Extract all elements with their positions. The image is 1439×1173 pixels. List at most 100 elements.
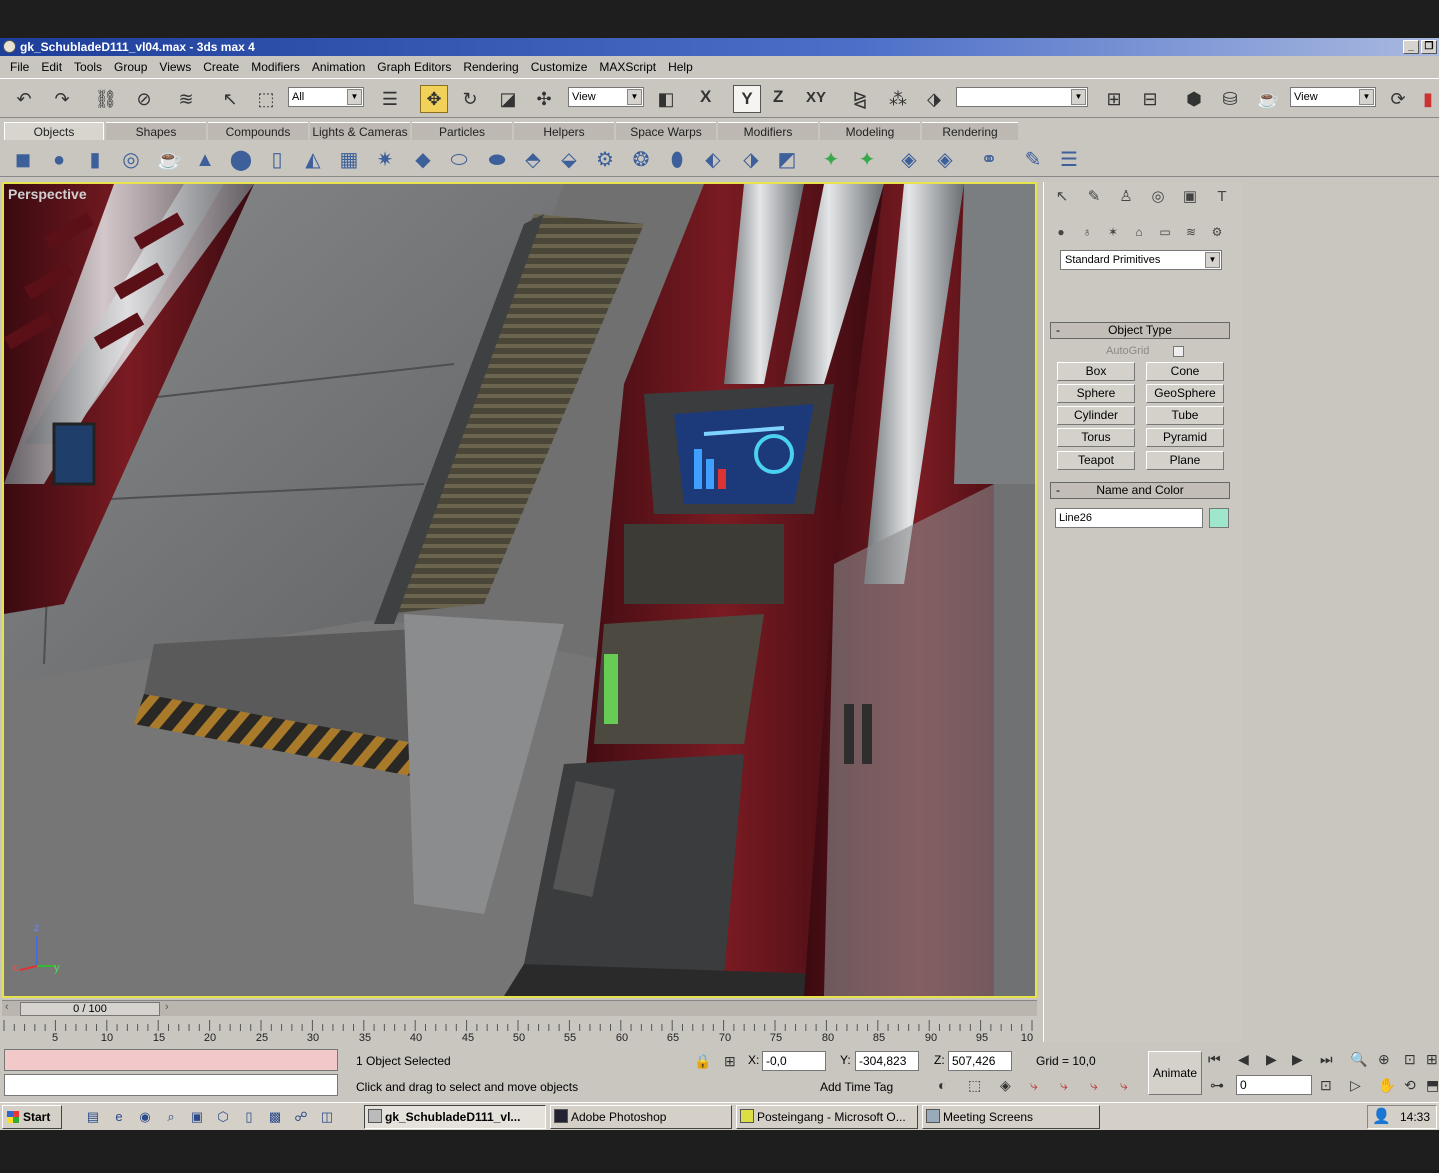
task-outlook[interactable]: Posteingang - Microsoft O... xyxy=(736,1105,918,1129)
task-3dsmax[interactable]: gk_SchubladeD111_vl... xyxy=(364,1105,546,1129)
prev-frame-arrow-icon[interactable]: ‹ xyxy=(5,1001,9,1013)
object-name-field[interactable]: Line26 xyxy=(1055,508,1203,528)
oil-tank-icon[interactable]: ⬬ xyxy=(484,147,510,173)
notepad-icon[interactable]: ▯ xyxy=(240,1108,258,1126)
pivot-center-icon[interactable]: ◧ xyxy=(652,85,680,113)
time-slider[interactable]: ‹ 0 / 100 › xyxy=(2,1000,1037,1016)
grid-plane-icon[interactable]: ✦ xyxy=(818,147,844,173)
ref-coord-dropdown[interactable]: View ▼ xyxy=(568,87,644,107)
show-desktop-icon[interactable]: ▤ xyxy=(84,1108,102,1126)
render-type-dropdown[interactable]: View ▼ xyxy=(1290,87,1376,107)
capsule-icon[interactable]: ⬮ xyxy=(664,147,690,173)
key-mode-2-icon[interactable]: ⤷ xyxy=(1060,1077,1068,1094)
torus-button[interactable]: Torus xyxy=(1057,428,1135,447)
z-coordinate-field[interactable]: 507,426 xyxy=(948,1051,1012,1071)
cone-button[interactable]: Cone xyxy=(1146,362,1224,381)
menu-tools[interactable]: Tools xyxy=(68,57,108,77)
y-coordinate-field[interactable]: -304,823 xyxy=(855,1051,919,1071)
goto-start-icon[interactable]: ⏮ xyxy=(1208,1051,1221,1068)
zoom-extents-icon[interactable]: ⊡ xyxy=(1404,1051,1416,1068)
app-icon[interactable] xyxy=(3,40,16,53)
key-mode-icon[interactable]: ⤷ xyxy=(1030,1077,1038,1094)
cameras-icon[interactable]: ⌂ xyxy=(1128,222,1150,242)
bones-icon[interactable]: ⚭ xyxy=(976,147,1002,173)
geometry-icon[interactable]: ● xyxy=(1050,222,1072,242)
axis-y-button-frame[interactable]: Y xyxy=(733,85,761,113)
absolute-mode-icon[interactable]: ⊞ xyxy=(724,1053,736,1070)
sphere-icon[interactable]: ● xyxy=(46,147,72,173)
fov-icon[interactable]: ▷ xyxy=(1350,1077,1361,1094)
task-meeting[interactable]: Meeting Screens xyxy=(922,1105,1100,1129)
modify-tab-icon[interactable]: ✎ xyxy=(1082,186,1106,208)
menu-help[interactable]: Help xyxy=(662,57,699,77)
selection-filter-dropdown[interactable]: All ▼ xyxy=(288,87,364,107)
move-icon[interactable]: ✥ xyxy=(420,85,448,113)
percent-snap-icon[interactable]: ◈ xyxy=(1000,1077,1011,1094)
axis-z-button[interactable]: Z xyxy=(773,87,783,107)
plane-button[interactable]: Plane xyxy=(1146,451,1224,470)
axis-xy-button[interactable]: XY xyxy=(806,89,826,106)
restore-button[interactable]: ❐ xyxy=(1421,40,1437,54)
tab-objects[interactable]: Objects xyxy=(4,122,104,140)
time-config-icon[interactable]: ⊡ xyxy=(1320,1077,1332,1094)
rect-selection-icon[interactable]: ⬚ xyxy=(252,85,280,113)
object-type-rollout[interactable]: - Object Type xyxy=(1050,322,1230,339)
max-icon[interactable]: ⬡ xyxy=(214,1108,232,1126)
shapes-icon[interactable]: ♁ xyxy=(1076,222,1098,242)
goto-end-icon[interactable]: ⏭ xyxy=(1320,1051,1333,1068)
photoshop-icon[interactable]: ▣ xyxy=(188,1108,206,1126)
internet-explorer-icon[interactable]: e xyxy=(110,1108,128,1126)
hedra-icon[interactable]: ✷ xyxy=(372,147,398,173)
tab-space-warps[interactable]: Space Warps xyxy=(616,122,716,140)
align-icon[interactable]: ⬗ xyxy=(920,85,948,113)
box-icon[interactable]: ◼ xyxy=(10,147,36,173)
link-icon[interactable]: ⛓ xyxy=(92,85,120,113)
menu-customize[interactable]: Customize xyxy=(525,57,594,77)
tab-shapes[interactable]: Shapes xyxy=(106,122,206,140)
play-icon[interactable]: ▶ xyxy=(1266,1051,1277,1068)
tab-rendering[interactable]: Rendering xyxy=(922,122,1018,140)
chamfer-box-icon[interactable]: ◆ xyxy=(410,147,436,173)
x-coordinate-field[interactable]: -0,0 xyxy=(762,1051,826,1071)
unlink-icon[interactable]: ⊘ xyxy=(130,85,158,113)
snap-icon[interactable]: ◐ xyxy=(938,1077,946,1093)
pan-icon[interactable]: ✋ xyxy=(1378,1077,1395,1094)
schematic-view-icon[interactable]: ⊟ xyxy=(1136,85,1164,113)
manipulate-icon[interactable]: ✣ xyxy=(530,85,558,113)
diamond-2-icon[interactable]: ◈ xyxy=(932,147,958,173)
select-icon[interactable]: ↖ xyxy=(216,85,244,113)
menu-graph-editors[interactable]: Graph Editors xyxy=(371,57,457,77)
lock-icon[interactable]: 🔒 xyxy=(694,1053,711,1070)
stack-icon[interactable]: ☰ xyxy=(1056,147,1082,173)
animate-button[interactable]: Animate xyxy=(1148,1051,1202,1095)
display-tab-icon[interactable]: ▣ xyxy=(1178,186,1202,208)
named-selection-dropdown[interactable]: ▼ xyxy=(956,87,1088,107)
tab-particles[interactable]: Particles xyxy=(412,122,512,140)
object-color-swatch[interactable] xyxy=(1209,508,1229,528)
pick-icon[interactable]: ✎ xyxy=(1020,147,1046,173)
geosphere-button[interactable]: GeoSphere xyxy=(1146,384,1224,403)
viewport-label[interactable]: Perspective xyxy=(8,186,87,202)
key-mode-3-icon[interactable]: ⤷ xyxy=(1090,1077,1098,1094)
spindle-icon[interactable]: ⬘ xyxy=(520,147,546,173)
tube-icon[interactable]: ▯ xyxy=(264,147,290,173)
primitive-category-dropdown[interactable]: Standard Primitives ▼ xyxy=(1060,250,1222,270)
material-editor-icon[interactable]: ⬢ xyxy=(1180,85,1208,113)
menu-edit[interactable]: Edit xyxy=(35,57,68,77)
autogrid-checkbox[interactable] xyxy=(1173,346,1184,357)
outlook-icon[interactable]: ◉ xyxy=(136,1108,154,1126)
utilities-tab-icon[interactable]: T xyxy=(1210,186,1234,208)
tube-button[interactable]: Tube xyxy=(1146,406,1224,425)
grid-plane-2-icon[interactable]: ✦ xyxy=(854,147,880,173)
torus-icon[interactable]: ◎ xyxy=(118,147,144,173)
time-slider-thumb[interactable]: 0 / 100 xyxy=(20,1002,160,1016)
select-by-name-icon[interactable]: ☰ xyxy=(376,85,404,113)
maxscript-listener-input[interactable] xyxy=(4,1049,338,1071)
start-button[interactable]: Start xyxy=(2,1105,62,1129)
maxscript-listener-output[interactable] xyxy=(4,1074,338,1096)
track-bar[interactable]: 5 10 15 20 25 30 35 40 45 50 55 60 65 70… xyxy=(2,1018,1037,1046)
lights-icon[interactable]: ✶ xyxy=(1102,222,1124,242)
motion-tab-icon[interactable]: ◎ xyxy=(1146,186,1170,208)
tab-modeling[interactable]: Modeling xyxy=(820,122,920,140)
chamfer-cyl-icon[interactable]: ⬭ xyxy=(446,147,472,173)
